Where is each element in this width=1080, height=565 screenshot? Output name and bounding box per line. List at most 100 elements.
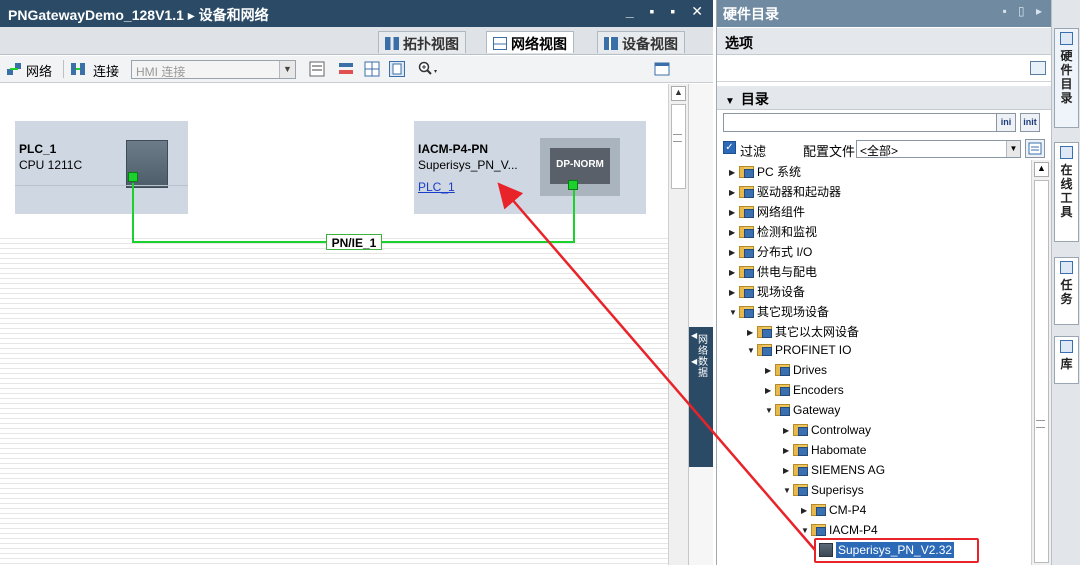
- chevron-left-icon[interactable]: ◀: [691, 357, 697, 366]
- network-data-tab[interactable]: ◀ ◀ 网络数据: [689, 327, 713, 467]
- folder-icon: [775, 384, 790, 396]
- collapsed-arrow-icon[interactable]: ▶: [729, 288, 739, 297]
- folder-icon: [757, 344, 772, 356]
- filter-row: ✓ 过滤 配置文件 <全部> ▼: [723, 139, 1048, 159]
- folder-icon: [739, 246, 754, 258]
- tree-item-label: Drives: [793, 363, 828, 377]
- tree-item-label: Encoders: [793, 383, 844, 397]
- catalog-folder-item[interactable]: ▶ 检测和监视: [729, 223, 817, 243]
- network-data-label: 网络数据: [698, 335, 708, 379]
- collapsed-arrow-icon[interactable]: ▶: [801, 506, 811, 515]
- task-card-tab[interactable]: 在线工具: [1054, 142, 1079, 242]
- folder-icon: [793, 464, 808, 476]
- collapsed-arrow-icon[interactable]: ▶: [783, 466, 793, 475]
- catalog-folder-item[interactable]: ▶ Habomate: [783, 443, 866, 463]
- scroll-thumb[interactable]: [671, 104, 686, 189]
- tree-item-label: 分布式 I/O: [757, 245, 813, 259]
- tree-item-label: Controlway: [811, 423, 872, 437]
- task-card-icon: [1060, 32, 1073, 45]
- catalog-folder-item[interactable]: ▶ 其它以太网设备: [747, 323, 859, 343]
- tree-item-label: 其它现场设备: [757, 305, 830, 319]
- catalog-window-buttons[interactable]: ▪ ▯ ▸: [1002, 4, 1046, 18]
- catalog-search-input[interactable]: [723, 113, 1007, 132]
- scroll-thumb[interactable]: [1034, 180, 1049, 563]
- collapsed-arrow-icon[interactable]: ▶: [765, 386, 775, 395]
- folder-icon: [793, 484, 808, 496]
- search-up-button[interactable]: ini: [996, 113, 1016, 132]
- selected-item-highlight: [814, 538, 979, 563]
- canvas-scrollbar[interactable]: ▲: [668, 84, 688, 565]
- folder-icon: [739, 266, 754, 278]
- folder-icon: [739, 166, 754, 178]
- collapsed-arrow-icon[interactable]: ▶: [783, 426, 793, 435]
- task-card-tab[interactable]: 任务: [1054, 257, 1079, 325]
- catalog-folder-item[interactable]: ▶ 供电与配电: [729, 263, 817, 283]
- catalog-folder-item[interactable]: ▶ SIEMENS AG: [783, 463, 885, 483]
- expanded-arrow-icon[interactable]: ▼: [747, 346, 757, 355]
- task-card-tab[interactable]: 库: [1054, 336, 1079, 384]
- collapsed-arrow-icon[interactable]: ▶: [783, 446, 793, 455]
- filter-label: 过滤: [740, 144, 767, 159]
- catalog-folder-item[interactable]: ▶ 网络组件: [729, 203, 805, 223]
- chevron-down-icon[interactable]: ▼: [1006, 141, 1020, 157]
- subnet-label[interactable]: PN/IE_1: [326, 234, 382, 250]
- chevron-left-icon[interactable]: ◀: [691, 331, 697, 340]
- task-card-tab[interactable]: 硬件目录: [1054, 28, 1079, 128]
- network-data-strip: ◀ ◀ 网络数据: [688, 84, 713, 565]
- tree-item-label: Habomate: [811, 443, 867, 457]
- collapsed-arrow-icon[interactable]: ▶: [729, 268, 739, 277]
- collapsed-arrow-icon[interactable]: ▶: [729, 228, 739, 237]
- expanded-arrow-icon[interactable]: ▼: [783, 486, 793, 495]
- expanded-arrow-icon[interactable]: ▼: [765, 406, 775, 415]
- task-card-label: 库: [1060, 357, 1073, 371]
- expanded-arrow-icon[interactable]: ▼: [801, 526, 811, 535]
- catalog-scrollbar[interactable]: ▲: [1031, 160, 1051, 565]
- scroll-up-icon[interactable]: ▲: [1034, 162, 1049, 177]
- tree-item-label: CM-P4: [829, 503, 867, 517]
- task-card-label: 硬件目录: [1060, 49, 1073, 105]
- folder-icon: [793, 424, 808, 436]
- options-panel-icon[interactable]: [1030, 61, 1046, 75]
- collapsed-arrow-icon[interactable]: ▶: [729, 168, 739, 177]
- catalog-folder-item[interactable]: ▶ 分布式 I/O: [729, 243, 812, 263]
- catalog-folder-item[interactable]: ▶ PC 系统: [729, 163, 801, 183]
- chevron-down-icon[interactable]: ▼: [725, 96, 735, 107]
- catalog-folder-item[interactable]: ▼ Gateway: [765, 403, 840, 423]
- catalog-folder-item[interactable]: ▼ 其它现场设备: [729, 303, 829, 323]
- catalog-header[interactable]: ▼ 目录: [717, 86, 1052, 110]
- scroll-up-icon[interactable]: ▲: [671, 86, 686, 101]
- tree-item-label: PC 系统: [757, 165, 802, 179]
- tree-item-label: 驱动器和起动器: [757, 185, 842, 199]
- collapsed-arrow-icon[interactable]: ▶: [747, 328, 757, 337]
- filter-checkbox[interactable]: ✓: [723, 141, 736, 154]
- catalog-folder-item[interactable]: ▶ Controlway: [783, 423, 871, 443]
- catalog-folder-item[interactable]: ▶ Encoders: [765, 383, 844, 403]
- catalog-folder-item[interactable]: ▼ Superisys: [783, 483, 864, 503]
- tree-item-label: 现场设备: [757, 285, 806, 299]
- options-header[interactable]: 选项: [717, 28, 1052, 55]
- profile-select[interactable]: <全部> ▼: [856, 140, 1021, 158]
- collapsed-arrow-icon[interactable]: ▶: [765, 366, 775, 375]
- catalog-folder-item[interactable]: ▶ CM-P4: [801, 503, 866, 523]
- catalog-folder-item[interactable]: ▼ PROFINET IO: [747, 343, 851, 363]
- collapsed-arrow-icon[interactable]: ▶: [729, 188, 739, 197]
- folder-icon: [811, 504, 826, 516]
- folder-icon: [739, 306, 754, 318]
- collapsed-arrow-icon[interactable]: ▶: [729, 248, 739, 257]
- search-down-button[interactable]: init: [1020, 113, 1040, 132]
- catalog-folder-item[interactable]: ▶ Drives: [765, 363, 827, 383]
- task-card-tabs: 硬件目录在线工具任务库: [1051, 0, 1080, 565]
- task-card-icon: [1060, 261, 1073, 274]
- tree-item-label: IACM-P4: [829, 523, 878, 537]
- catalog-folder-item[interactable]: ▶ 现场设备: [729, 283, 805, 303]
- task-card-icon: [1060, 146, 1073, 159]
- tree-item-label: Superisys: [811, 483, 864, 497]
- catalog-folder-item[interactable]: ▶ 驱动器和起动器: [729, 183, 841, 203]
- collapsed-arrow-icon[interactable]: ▶: [729, 208, 739, 217]
- expanded-arrow-icon[interactable]: ▼: [729, 308, 739, 317]
- task-card-label: 任务: [1060, 278, 1073, 306]
- catalog-tree[interactable]: ▶ PC 系统 ▶ 驱动器和起动器 ▶ 网络组件 ▶ 检测和监视 ▶ 分布式 I/O ▶ 供电与配电 ▶…: [717, 160, 1033, 565]
- filter-settings-icon[interactable]: [1025, 139, 1045, 158]
- catalog-title: 硬件目录: [723, 6, 779, 22]
- profile-label: 配置文件: [803, 144, 856, 159]
